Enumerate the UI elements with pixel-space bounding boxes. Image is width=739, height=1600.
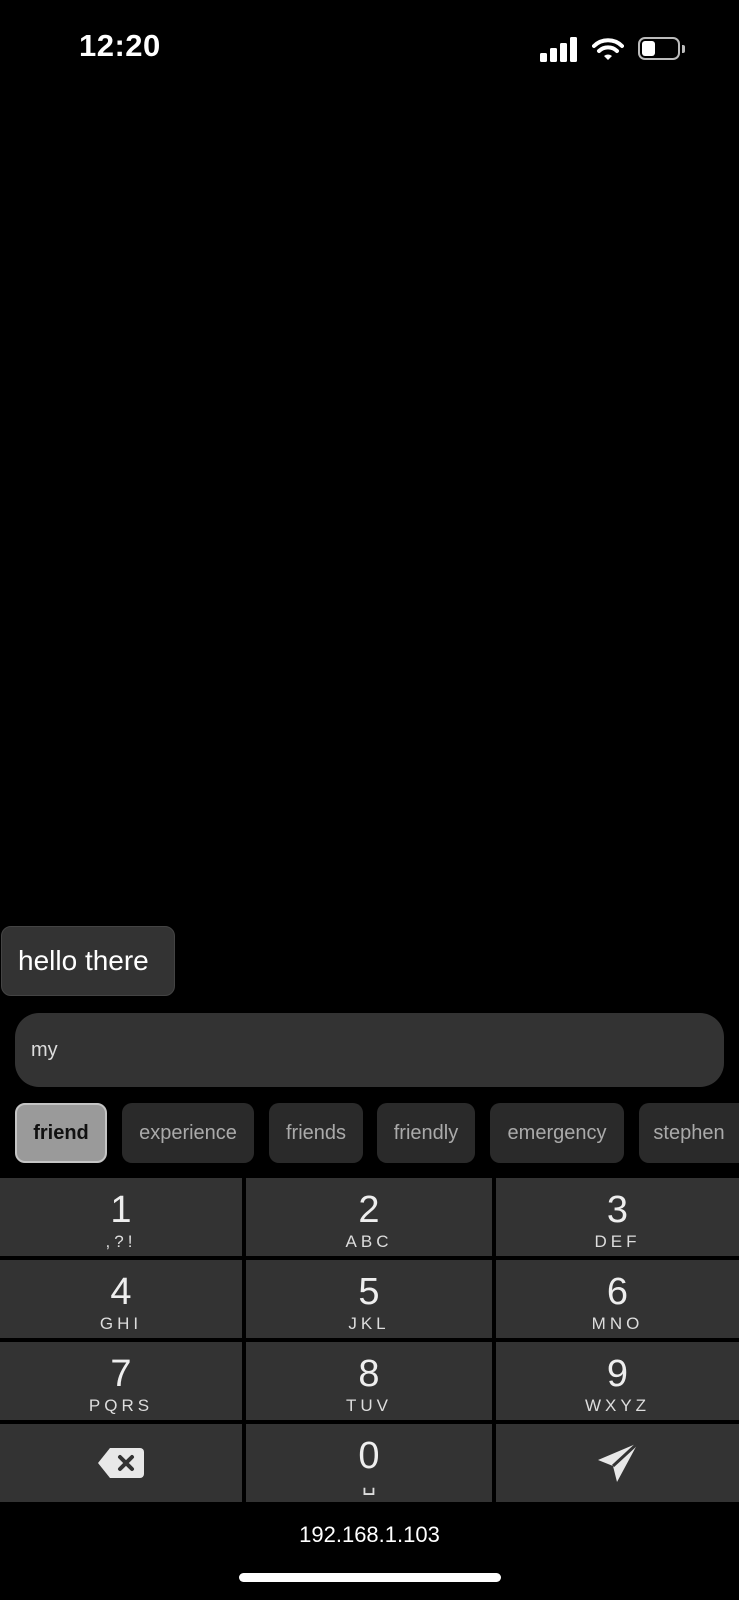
send-icon bbox=[597, 1441, 639, 1482]
key-digit: 9 bbox=[606, 1353, 629, 1395]
suggestion-bar: friend experience friends friendly emerg… bbox=[0, 1103, 739, 1163]
suggestion-chip-friends[interactable]: friends bbox=[269, 1103, 363, 1163]
wifi-icon bbox=[592, 38, 624, 60]
signal-icon bbox=[540, 37, 580, 62]
key-digit: 6 bbox=[606, 1271, 629, 1313]
status-time: 12:20 bbox=[79, 28, 161, 63]
message-bubble: hello there bbox=[1, 926, 175, 996]
suggestion-chip-stephen[interactable]: stephen bbox=[639, 1103, 739, 1163]
home-indicator[interactable] bbox=[239, 1573, 501, 1582]
key-7[interactable]: 7 PQRS bbox=[0, 1342, 242, 1420]
key-8[interactable]: 8 TUV bbox=[246, 1342, 492, 1420]
key-1[interactable]: 1 ,?! bbox=[0, 1178, 242, 1256]
key-digit: 7 bbox=[110, 1353, 132, 1395]
key-0[interactable]: 0 ␣ bbox=[246, 1424, 492, 1502]
key-letters: TUV bbox=[346, 1396, 392, 1415]
suggestion-chip-friendly[interactable]: friendly bbox=[377, 1103, 475, 1163]
space-icon: ␣ bbox=[362, 1470, 376, 1495]
key-digit: 5 bbox=[358, 1271, 380, 1313]
key-2[interactable]: 2 ABC bbox=[246, 1178, 492, 1256]
backspace-icon bbox=[98, 1448, 144, 1478]
key-5[interactable]: 5 JKL bbox=[246, 1260, 492, 1338]
send-button[interactable] bbox=[496, 1424, 739, 1502]
key-4[interactable]: 4 GHI bbox=[0, 1260, 242, 1338]
key-letters: WXYZ bbox=[584, 1396, 651, 1415]
key-letters: PQRS bbox=[88, 1396, 154, 1415]
key-letters: GHI bbox=[99, 1314, 143, 1333]
key-3[interactable]: 3 DEF bbox=[496, 1178, 739, 1256]
server-address: 192.168.1.103 bbox=[299, 1522, 440, 1547]
key-digit: 4 bbox=[110, 1271, 132, 1313]
key-letters: ,?! bbox=[105, 1232, 137, 1251]
key-9[interactable]: 9 WXYZ bbox=[496, 1342, 739, 1420]
key-6[interactable]: 6 MNO bbox=[496, 1260, 739, 1338]
key-digit: 3 bbox=[606, 1189, 629, 1231]
key-letters: DEF bbox=[594, 1232, 641, 1251]
key-digit: 0 bbox=[358, 1435, 380, 1477]
backspace-button[interactable] bbox=[0, 1424, 242, 1502]
key-letters: ABC bbox=[345, 1232, 393, 1251]
suggestion-chip-experience[interactable]: experience bbox=[122, 1103, 254, 1163]
key-digit: 1 bbox=[110, 1189, 132, 1231]
key-letters: MNO bbox=[591, 1314, 644, 1333]
key-letters: JKL bbox=[348, 1314, 390, 1333]
suggestion-chip-emergency[interactable]: emergency bbox=[490, 1103, 624, 1163]
key-digit: 2 bbox=[358, 1189, 380, 1231]
suggestion-chip-friend[interactable]: friend bbox=[15, 1103, 107, 1163]
battery-icon bbox=[638, 37, 686, 62]
key-digit: 8 bbox=[358, 1353, 380, 1395]
keypad: 1 ,?! 2 ABC 3 DEF 4 GHI 5 JKL 6 MNO 7 PQ… bbox=[0, 1178, 739, 1502]
text-input[interactable]: my bbox=[15, 1013, 724, 1087]
